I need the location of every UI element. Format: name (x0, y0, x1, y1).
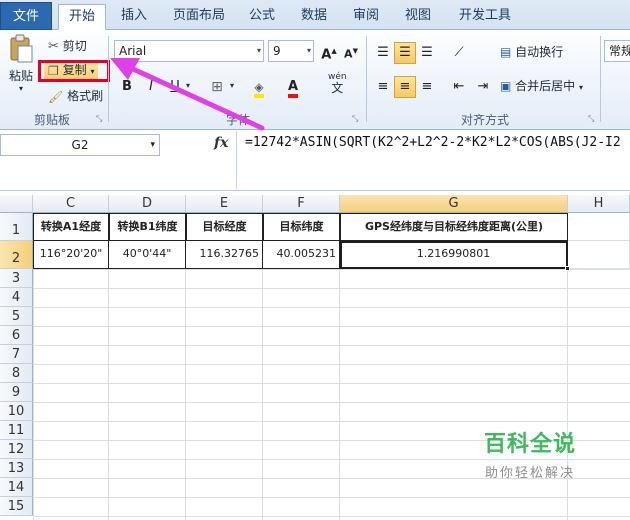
row-header-4[interactable]: 4 (0, 288, 33, 307)
header-cell-c1[interactable]: 转换A1经度 (33, 213, 109, 241)
row-header-9[interactable]: 9 (0, 383, 33, 402)
cell-h1[interactable] (568, 213, 630, 241)
header-cell-e1[interactable]: 目标经度 (186, 213, 263, 241)
row-header-10[interactable]: 10 (0, 402, 33, 421)
watermark-subtitle: 助你轻松解决 (484, 466, 575, 481)
row-header-5[interactable]: 5 (0, 307, 33, 326)
column-header-h[interactable]: H (568, 195, 630, 213)
row-header-8[interactable]: 8 (0, 364, 33, 383)
select-all-corner[interactable] (0, 195, 33, 213)
column-header-g[interactable]: G (340, 195, 568, 213)
column-header-d[interactable]: D (109, 195, 186, 213)
header-cell-f1[interactable]: 目标纬度 (263, 213, 340, 241)
formula-bar: G2 ▾ fx =12742*ASIN(SQRT(K2^2+L2^2-2*K2*… (0, 131, 630, 191)
data-cell-d2[interactable]: 40°0'44" (109, 241, 186, 269)
column-header-e[interactable]: E (186, 195, 263, 213)
chevron-down-icon: ▾ (150, 140, 155, 150)
row-header-15[interactable]: 15 (0, 497, 33, 516)
row-header-3[interactable]: 3 (0, 269, 33, 288)
row-header-1[interactable]: 1 (0, 213, 33, 241)
header-cell-g1[interactable]: GPS经纬度与目标经纬度距离(公里) (340, 213, 568, 241)
name-box-value: G2 (71, 138, 89, 152)
data-cell-f2[interactable]: 40.005231 (263, 241, 340, 269)
row-header-7[interactable]: 7 (0, 345, 33, 364)
row-header-2[interactable]: 2 (0, 241, 33, 269)
data-cell-g2-selected[interactable]: 1.216990801 (340, 241, 568, 269)
fill-handle[interactable] (565, 266, 570, 271)
insert-function-button[interactable]: fx (214, 135, 228, 151)
cell-h2[interactable] (568, 241, 630, 269)
column-header-c[interactable]: C (33, 195, 109, 213)
row-header-14[interactable]: 14 (0, 478, 33, 497)
excel-window: 文件 开始 插入 页面布局 公式 数据 审阅 视图 开发工具 粘贴 ▾ ✂ 剪切… (0, 0, 630, 520)
column-header-f[interactable]: F (263, 195, 340, 213)
row-header-6[interactable]: 6 (0, 326, 33, 345)
name-box[interactable]: G2 ▾ (0, 134, 160, 156)
header-cell-d1[interactable]: 转换B1纬度 (109, 213, 186, 241)
watermark-logo: 百科全说 助你轻松解决 (455, 428, 605, 492)
data-cell-c2[interactable]: 116°20'20" (33, 241, 109, 269)
row-header-11[interactable]: 11 (0, 421, 33, 440)
row-header-13[interactable]: 13 (0, 459, 33, 478)
row-header-12[interactable]: 12 (0, 440, 33, 459)
formula-input[interactable]: =12742*ASIN(SQRT(K2^2+L2^2-2*K2*L2*COS(A… (236, 131, 630, 189)
data-cell-e2[interactable]: 116.32765 (186, 241, 263, 269)
watermark-title: 百科全说 (483, 432, 576, 457)
